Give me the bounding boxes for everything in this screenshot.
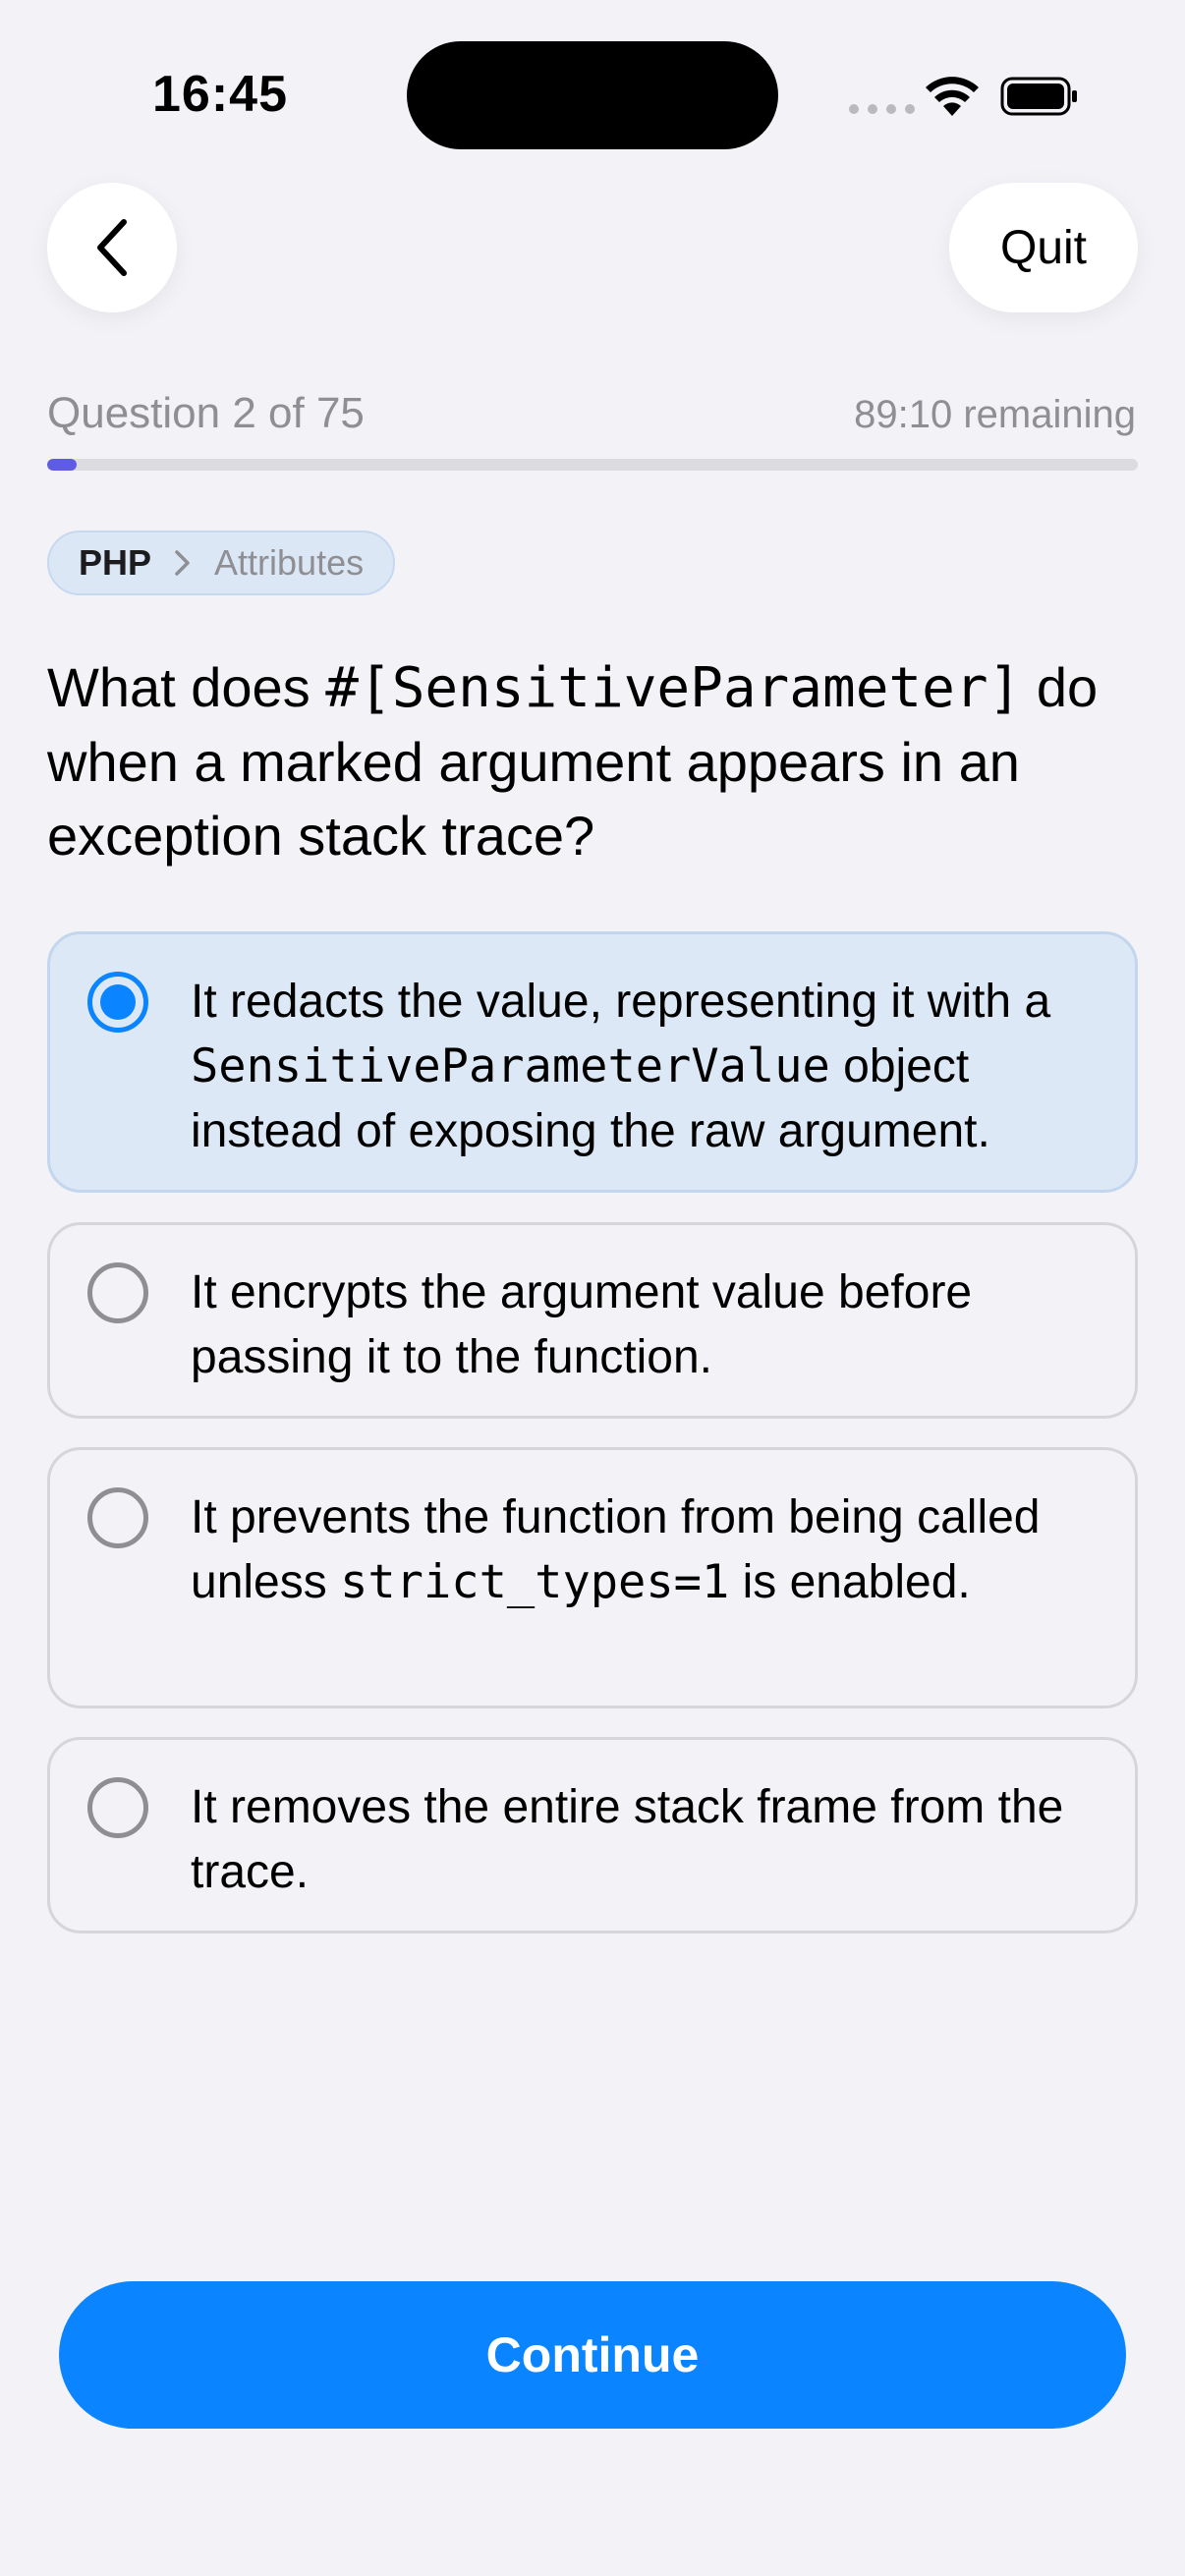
option-text-part: It redacts the value, representing it wi… [191, 976, 1051, 1028]
question-counter: Question 2 of 75 [47, 389, 365, 437]
progress-fill [47, 459, 77, 471]
breadcrumb-topic: PHP [79, 542, 152, 583]
progress-bar [47, 459, 1138, 471]
breadcrumb: PHP Attributes [47, 531, 396, 595]
wifi-icon [926, 77, 979, 116]
time-remaining: 89:10 remaining [854, 393, 1136, 436]
cellular-signal-icon [849, 104, 915, 114]
answer-option-4[interactable]: It removes the entire stack frame from t… [47, 1737, 1138, 1933]
answer-option-1[interactable]: It redacts the value, representing it wi… [47, 931, 1138, 1193]
option-text-part: It removes the entire stack frame from t… [191, 1781, 1064, 1898]
option-text-part: It encrypts the argument value before pa… [191, 1266, 973, 1383]
radio-button[interactable] [87, 1262, 148, 1323]
option-code: SensitiveParameterValue [191, 1039, 830, 1093]
question-text: What does #[SensitiveParameter] do when … [47, 650, 1148, 872]
status-time: 16:45 [152, 66, 288, 123]
question-code: #[SensitiveParameter] [325, 656, 1022, 720]
breadcrumb-subtopic: Attributes [214, 542, 365, 583]
radio-button[interactable] [87, 1487, 148, 1548]
question-prefix: What does [47, 656, 326, 718]
option-text: It removes the entire stack frame from t… [191, 1775, 1109, 1905]
answer-option-3[interactable]: It prevents the function from being call… [47, 1447, 1138, 1708]
back-button[interactable] [47, 183, 177, 312]
option-text: It prevents the function from being call… [191, 1485, 1109, 1615]
chevron-right-icon [175, 550, 190, 576]
continue-button[interactable]: Continue [59, 2281, 1126, 2429]
chevron-left-icon [97, 219, 127, 276]
quit-button[interactable]: Quit [949, 183, 1138, 312]
option-text-part: is enabled. [729, 1556, 971, 1608]
option-text: It encrypts the argument value before pa… [191, 1260, 1109, 1390]
option-text: It redacts the value, representing it wi… [191, 970, 1109, 1164]
answer-option-2[interactable]: It encrypts the argument value before pa… [47, 1222, 1138, 1419]
option-code: strict_types=1 [340, 1555, 730, 1609]
radio-button[interactable] [87, 972, 148, 1033]
dynamic-island [407, 41, 778, 149]
radio-button[interactable] [87, 1777, 148, 1838]
battery-icon [1000, 77, 1077, 116]
